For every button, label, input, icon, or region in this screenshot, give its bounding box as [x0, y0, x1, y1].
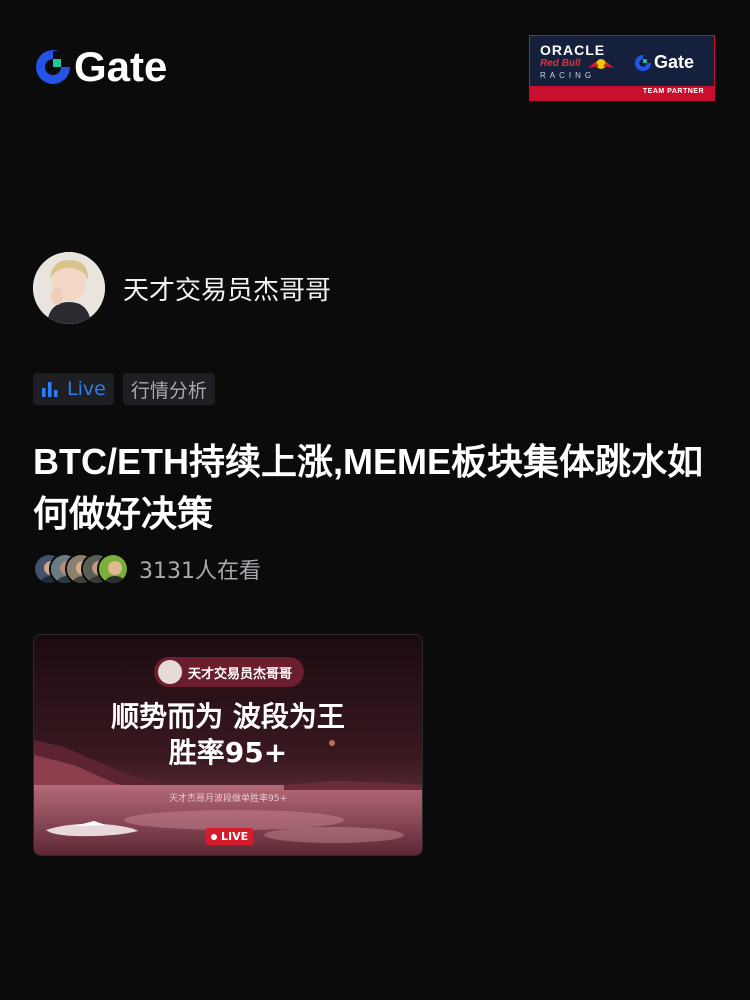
tag-row: Live 行情分析 — [33, 373, 215, 405]
cover-host-name: 天才交易员杰哥哥 — [188, 666, 293, 682]
stream-title: BTC/ETH持续上涨,MEME板块集体跳水如何做好决策 — [33, 441, 703, 534]
live-dot-icon — [211, 833, 217, 840]
partner-gate-name: Gate — [654, 52, 695, 72]
partner-badge: ORACLE Red Bull RACING Gate TEAM PARTNER — [529, 35, 715, 101]
gate-logo-icon — [36, 50, 70, 84]
live-badge-label: LIVE — [221, 830, 249, 843]
host-profile[interactable]: 天才交易员杰哥哥 — [33, 252, 331, 324]
cover-headline-secondary: 胜率95+ — [168, 736, 288, 769]
gate-logo-icon — [634, 54, 652, 71]
live-tag: Live — [33, 373, 114, 405]
cover-host-chip: 天才交易员杰哥哥 — [154, 657, 305, 687]
red-bull-icon — [588, 59, 614, 69]
partner-gate-logo: Gate — [634, 52, 694, 73]
category-tag-label: 行情分析 — [130, 379, 207, 402]
live-badge: LIVE — [206, 828, 254, 845]
viewer-row: 3131人在看 — [33, 553, 261, 585]
avatar[interactable] — [33, 252, 105, 324]
viewer-count: 3131人在看 — [139, 559, 261, 584]
partner-racing-text: RACING — [540, 71, 596, 80]
category-tag[interactable]: 行情分析 — [122, 373, 215, 405]
viewer-avatar — [97, 553, 129, 585]
partner-redbull-text: Red Bull — [540, 58, 581, 69]
partner-tag: TEAM PARTNER — [642, 88, 704, 95]
stream-cover[interactable]: 天才交易员杰哥哥 顺势而为 波段为王 胜率95+ 天才杰哥月波段做单胜率95+ … — [33, 634, 423, 856]
avatar — [158, 660, 182, 684]
live-tag-label: Live — [67, 378, 106, 400]
bar-chart-icon — [42, 382, 58, 397]
partner-tag-bar: TEAM PARTNER — [530, 86, 714, 100]
cover-headline: 顺势而为 波段为王 — [111, 700, 345, 733]
gate-logo: Gate — [34, 43, 168, 90]
partner-oracle-text: ORACLE — [540, 42, 606, 58]
brand-name: Gate — [74, 43, 168, 90]
host-portrait-icon — [33, 252, 105, 324]
host-name[interactable]: 天才交易员杰哥哥 — [123, 270, 331, 307]
cover-subline: 天才杰哥月波段做单胜率95+ — [169, 794, 287, 804]
